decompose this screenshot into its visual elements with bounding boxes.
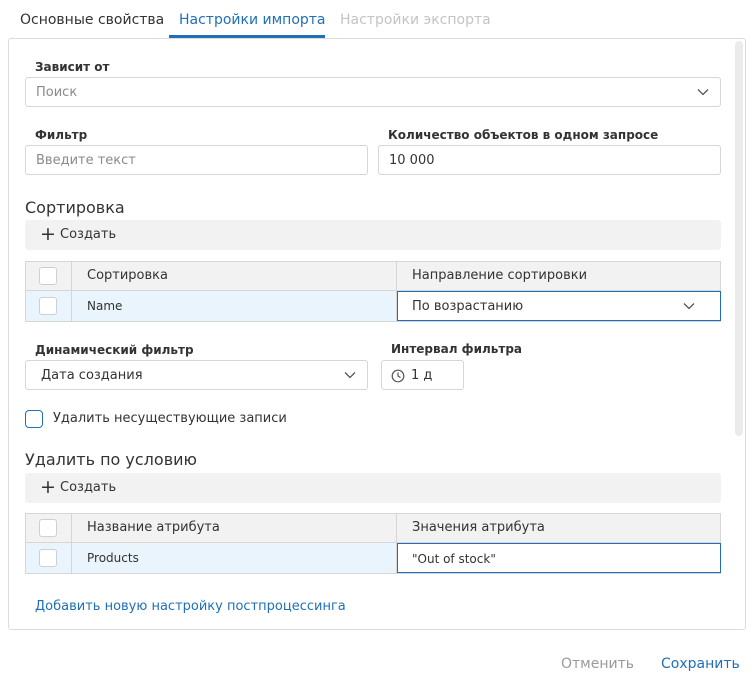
scrollbar[interactable] [735, 41, 743, 436]
delete-by-condition-title: Удалить по условию [25, 450, 197, 469]
cancel-button[interactable]: Отменить [561, 655, 634, 673]
sort-direction-value: По возрастанию [412, 299, 524, 314]
chevron-down-icon [682, 300, 696, 312]
chevron-down-icon [696, 86, 710, 98]
filter-input[interactable]: Введите текст [25, 145, 368, 175]
filter-label: Фильтр [35, 128, 88, 142]
depends-on-placeholder: Поиск [36, 85, 78, 100]
column-header-attribute-name: Название атрибута [87, 520, 220, 535]
sort-direction-select[interactable]: По возрастанию [397, 291, 721, 321]
sorting-header-row: Сортировка Направление сортировки [26, 262, 720, 291]
row-checkbox[interactable] [39, 297, 57, 315]
column-divider [71, 262, 72, 321]
condition-toolbar: + Создать [25, 473, 721, 503]
delete-nonexistent-checkbox[interactable] [25, 410, 43, 428]
sorting-field-cell: Name [87, 299, 123, 313]
add-postprocessing-link[interactable]: Добавить новую настройку постпроцессинга [35, 599, 346, 615]
tab-import-settings[interactable]: Настройки импорта [179, 11, 326, 29]
attribute-name-cell: Products [87, 551, 139, 565]
filter-interval-input[interactable]: 1 д [381, 360, 464, 390]
batch-size-input[interactable]: 10 000 [378, 145, 721, 175]
column-header-attribute-values: Значения атрибута [412, 520, 545, 535]
sorting-create-button[interactable]: Создать [60, 227, 116, 243]
column-header-direction: Направление сортировки [412, 268, 588, 283]
select-all-checkbox[interactable] [39, 267, 57, 285]
batch-size-value: 10 000 [389, 153, 435, 168]
column-header-sorting: Сортировка [87, 268, 168, 283]
filter-interval-value: 1 д [411, 368, 433, 383]
sorting-title: Сортировка [25, 198, 125, 217]
filter-placeholder: Введите текст [36, 153, 136, 168]
condition-header-row: Название атрибута Значения атрибута [26, 514, 720, 543]
save-button[interactable]: Сохранить [661, 655, 740, 673]
batch-size-label: Количество объектов в одном запросе [388, 128, 659, 142]
row-checkbox[interactable] [39, 549, 57, 567]
sorting-toolbar: + Создать [25, 220, 721, 250]
import-settings-panel: Зависит от Поиск Фильтр Введите текст Ко… [8, 38, 746, 630]
attribute-value-text: "Out of stock" [412, 552, 496, 566]
filter-interval-label: Интервал фильтра [391, 342, 523, 356]
condition-grid: Название атрибута Значения атрибута Prod… [25, 513, 721, 574]
tab-main-properties[interactable]: Основные свойства [20, 11, 164, 29]
depends-on-label: Зависит от [35, 60, 110, 74]
plus-icon: + [40, 223, 56, 245]
clock-icon [391, 368, 405, 383]
select-all-checkbox[interactable] [39, 519, 57, 537]
plus-icon: + [40, 476, 56, 498]
condition-create-button[interactable]: Создать [60, 480, 116, 496]
chevron-down-icon [343, 369, 357, 381]
depends-on-select[interactable]: Поиск [25, 77, 721, 107]
dynamic-filter-select[interactable]: Дата создания [25, 360, 368, 390]
column-divider [71, 514, 72, 573]
sorting-grid: Сортировка Направление сортировки Name П… [25, 261, 721, 322]
delete-nonexistent-label: Удалить несуществующие записи [53, 411, 287, 426]
tab-export-settings: Настройки экспорта [340, 12, 491, 28]
dynamic-filter-value: Дата создания [41, 368, 143, 383]
dynamic-filter-label: Динамический фильтр [35, 343, 194, 357]
tab-bar: Основные свойства Настройки импорта Наст… [0, 0, 754, 38]
attribute-value-input[interactable]: "Out of stock" [397, 543, 721, 573]
